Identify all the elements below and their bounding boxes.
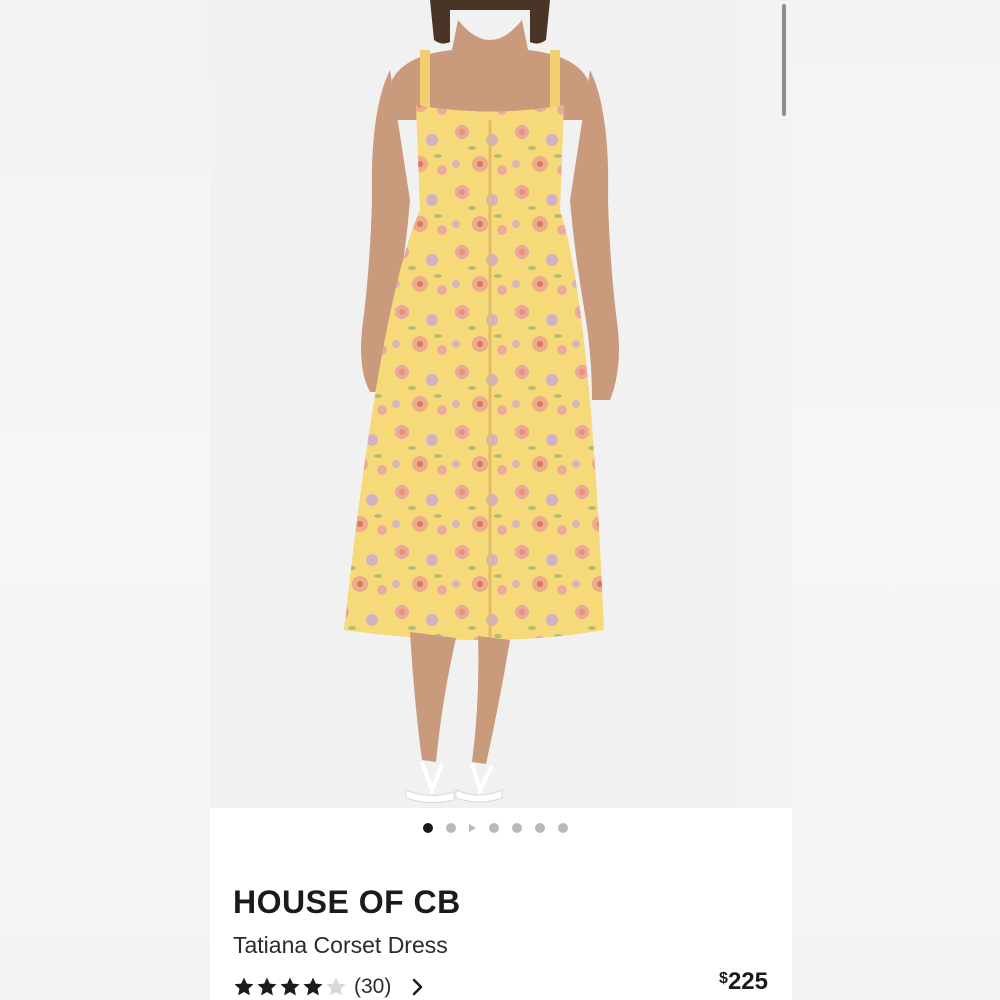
star-icon xyxy=(257,977,277,996)
review-count[interactable]: (30) xyxy=(354,975,391,999)
background-blur-right xyxy=(792,0,1000,1000)
gallery-video-indicator[interactable] xyxy=(468,824,476,832)
product-image-gallery[interactable] xyxy=(210,0,792,808)
gallery-dot[interactable] xyxy=(557,823,568,833)
chevron-right-icon[interactable] xyxy=(411,977,425,997)
price-currency: $ xyxy=(719,970,728,987)
dress-photo-illustration xyxy=(344,0,619,804)
gallery-dot[interactable] xyxy=(445,823,456,833)
gallery-dot-active[interactable] xyxy=(422,823,433,833)
star-empty-icon xyxy=(326,977,346,996)
next-photo-peek[interactable] xyxy=(744,0,792,808)
product-title: Tatiana Corset Dress xyxy=(233,932,448,958)
product-photo[interactable] xyxy=(210,0,740,808)
screenshot-canvas: HOUSE OF CB Tatiana Corset Dress (30) $2… xyxy=(0,0,1000,1000)
gallery-pagination[interactable] xyxy=(210,818,792,838)
brand-name[interactable]: HOUSE OF CB xyxy=(233,884,461,921)
price-amount: 225 xyxy=(727,968,768,995)
star-icon xyxy=(303,977,323,996)
star-icon xyxy=(280,977,300,996)
price: $225 xyxy=(719,968,768,996)
star-icon xyxy=(234,977,254,996)
rating-summary[interactable]: (30) xyxy=(233,973,425,1000)
product-page: HOUSE OF CB Tatiana Corset Dress (30) $2… xyxy=(210,0,792,1000)
gallery-dot[interactable] xyxy=(488,823,499,833)
background-blur-left xyxy=(0,0,210,1000)
scrollbar[interactable] xyxy=(782,4,786,116)
gallery-dot[interactable] xyxy=(511,823,522,833)
gallery-dot[interactable] xyxy=(534,823,545,833)
